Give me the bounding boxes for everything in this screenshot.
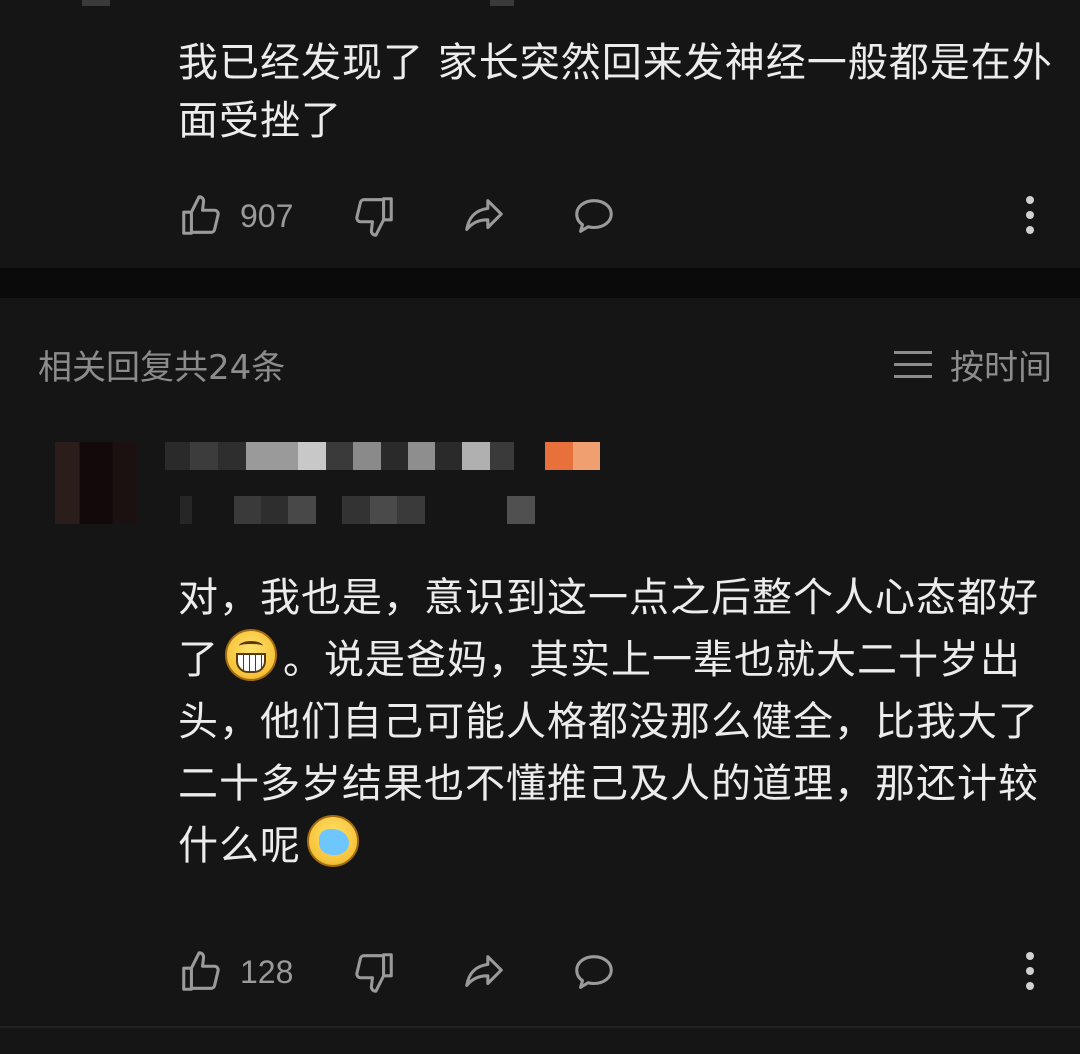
replies-count-label: 相关回复共24条 — [38, 347, 286, 388]
avatar[interactable] — [55, 442, 137, 524]
sort-toggle[interactable]: 按时间 — [894, 340, 1052, 389]
share-icon — [465, 955, 504, 987]
username-blurred[interactable] — [165, 442, 514, 470]
reply-button[interactable] — [569, 193, 619, 239]
dislike-button[interactable] — [351, 193, 397, 239]
user-badge — [545, 442, 600, 470]
more-options-icon[interactable] — [1024, 192, 1036, 242]
reply-button[interactable] — [569, 949, 619, 995]
crying-laughing-face-icon — [307, 815, 359, 867]
like-count: 128 — [240, 953, 294, 990]
cut-off-element — [82, 0, 110, 6]
more-options-icon[interactable] — [1024, 948, 1036, 998]
share-button[interactable] — [459, 949, 509, 995]
menu-lines-icon — [894, 351, 932, 378]
user-meta-blurred — [180, 496, 535, 524]
like-count: 907 — [240, 197, 294, 234]
comment-bubble-icon — [575, 199, 614, 233]
comment-bubble-icon — [575, 955, 614, 989]
share-button[interactable] — [459, 193, 509, 239]
like-button[interactable]: 128 — [178, 949, 293, 995]
dislike-button[interactable] — [351, 949, 397, 995]
comment-text: 我已经发现了 家长突然回来发神经一般都是在外面受挫了 — [178, 40, 1053, 144]
comment-action-bar: 907 — [178, 186, 1050, 246]
section-divider — [0, 268, 1080, 298]
grinning-face-icon — [225, 629, 277, 681]
bottom-divider — [0, 1026, 1080, 1028]
share-icon — [465, 199, 504, 231]
thumbs-up-icon — [182, 951, 220, 991]
sort-label: 按时间 — [950, 347, 1052, 388]
thumbs-down-icon — [355, 197, 394, 237]
reply-text: 对，我也是，意识到这一点之后整个人心态都好了 。说是爸妈，其实上一辈也就大二十岁出… — [178, 567, 1058, 877]
like-button[interactable]: 907 — [178, 193, 293, 239]
cut-off-element — [490, 0, 514, 6]
replies-header: 相关回复共24条 按时间 — [38, 338, 1052, 390]
reply-action-bar: 128 — [178, 942, 1050, 1002]
thumbs-up-icon — [182, 195, 220, 235]
thumbs-down-icon — [355, 953, 394, 993]
